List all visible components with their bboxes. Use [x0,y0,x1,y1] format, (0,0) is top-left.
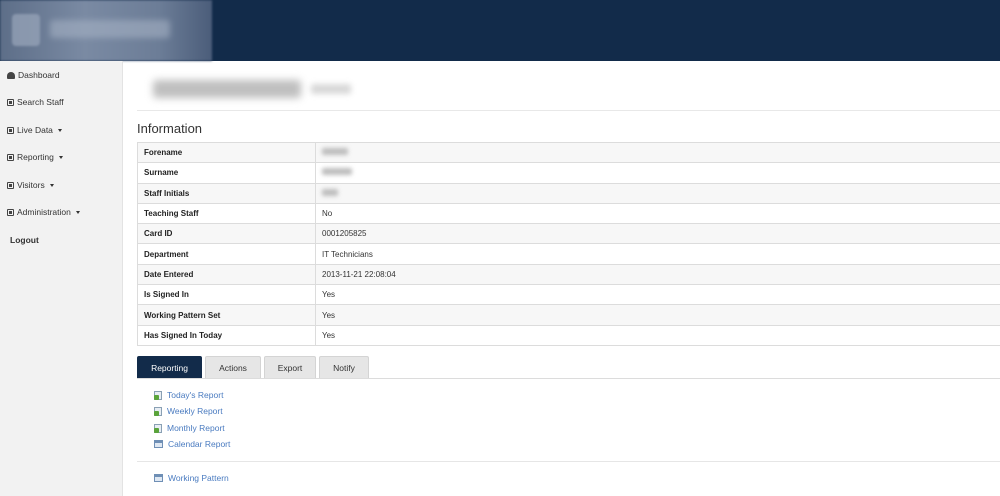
sidebar-item-label: Reporting [17,152,54,162]
divider [137,110,1000,111]
weekly-report-link[interactable]: Weekly Report [154,405,223,417]
sidebar-item-visitors[interactable]: Visitors [7,178,54,192]
todays-report-link[interactable]: Today's Report [154,389,223,401]
logo-text-blurred [50,20,170,38]
report-doc-icon [154,390,162,400]
table-row: Working Pattern Set Yes [137,304,1000,326]
section-title: Information [137,121,203,136]
link-label: Monthly Report [167,423,225,433]
link-label: Today's Report [167,390,224,400]
calendar-icon [154,474,163,482]
working-pattern-link[interactable]: Working Pattern [154,472,229,484]
info-table: Forename Surname Staff Initials Teaching… [137,141,1000,346]
tab-export[interactable]: Export [264,356,316,378]
chevron-down-icon [75,210,80,214]
row-value: Yes [315,304,1000,326]
row-value: IT Technicians [315,243,1000,265]
sidebar: Dashboard Search Staff Live Data Reporti… [0,61,123,496]
search-staff-icon [7,98,14,106]
divider [137,461,1000,462]
tab-actions[interactable]: Actions [205,356,261,378]
table-row: Has Signed In Today Yes [137,324,1000,346]
sidebar-item-label: Visitors [17,180,45,190]
live-data-icon [7,126,14,134]
sidebar-item-label: Live Data [17,125,53,135]
tab-bar: Reporting Actions Export Notify [137,356,369,378]
sidebar-item-reporting[interactable]: Reporting [7,150,63,164]
row-key: Teaching Staff [137,202,316,225]
row-key: Has Signed In Today [137,324,316,346]
row-key: Department [137,243,316,265]
staff-name-blurred [153,80,301,98]
blurred-value [322,148,348,156]
sidebar-item-dashboard[interactable]: Dashboard [7,68,60,82]
row-key: Card ID [137,223,316,245]
visitors-icon [7,181,14,189]
report-doc-icon [154,423,162,433]
tab-notify[interactable]: Notify [319,356,369,378]
link-label: Calendar Report [168,439,231,449]
divider [137,378,1000,379]
table-row: Forename [137,141,1000,164]
row-value: No [315,202,1000,225]
row-value: Yes [315,284,1000,306]
row-key: Date Entered [137,263,316,286]
crest-icon [12,14,40,46]
row-key: Forename [137,141,316,164]
row-value [315,141,1000,164]
table-row: Card ID 0001205825 [137,223,1000,245]
table-row: Teaching Staff No [137,202,1000,225]
link-label: Working Pattern [168,473,229,483]
blurred-value [322,168,352,176]
row-value: Yes [315,324,1000,346]
row-key: Surname [137,162,316,184]
chevron-down-icon [49,183,54,187]
staff-subtitle-blurred [311,84,351,94]
blurred-value [322,188,338,196]
sidebar-item-live-data[interactable]: Live Data [7,123,62,137]
row-value: 2013-11-21 22:08:04 [315,263,1000,286]
sidebar-item-search-staff[interactable]: Search Staff [7,95,64,109]
chevron-down-icon [58,155,63,159]
table-row: Is Signed In Yes [137,284,1000,306]
calendar-report-link[interactable]: Calendar Report [154,438,230,450]
administration-icon [7,208,14,216]
row-key: Is Signed In [137,284,316,306]
top-header-bar [0,0,1000,61]
sidebar-item-label: Search Staff [17,97,64,107]
dashboard-icon [7,71,15,79]
row-key: Working Pattern Set [137,304,316,326]
chevron-down-icon [57,128,62,132]
table-row: Department IT Technicians [137,243,1000,265]
row-key: Staff Initials [137,182,316,204]
staff-name-heading [153,78,351,100]
table-row: Date Entered 2013-11-21 22:08:04 [137,263,1000,286]
sidebar-item-administration[interactable]: Administration [7,205,80,219]
table-row: Staff Initials [137,182,1000,204]
link-label: Weekly Report [167,406,223,416]
school-logo[interactable] [0,0,212,61]
row-value [315,182,1000,204]
reporting-icon [7,153,14,161]
sidebar-item-label: Administration [17,207,71,217]
tab-reporting[interactable]: Reporting [137,356,202,378]
logout-link[interactable]: Logout [10,233,39,247]
row-value [315,162,1000,184]
calendar-icon [154,440,163,448]
monthly-report-link[interactable]: Monthly Report [154,422,225,434]
table-row: Surname [137,162,1000,184]
sidebar-item-label: Dashboard [18,70,60,80]
row-value: 0001205825 [315,223,1000,245]
report-doc-icon [154,406,162,416]
